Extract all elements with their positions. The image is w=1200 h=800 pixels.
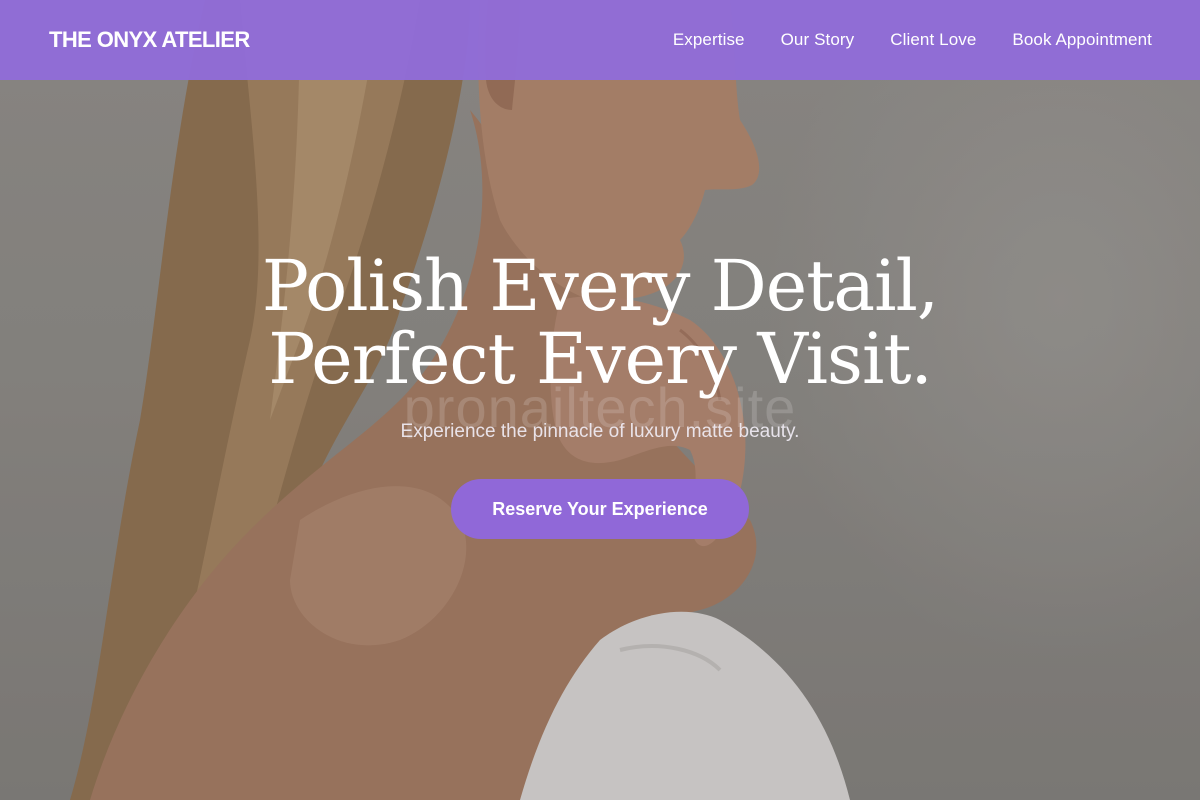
nav-link-expertise[interactable]: Expertise [673,30,745,50]
nav-link-client-love[interactable]: Client Love [890,30,976,50]
hero-section: pronailtech.site Polish Every Detail, Pe… [0,250,1200,539]
hero-title: Polish Every Detail, Perfect Every Visit… [0,250,1200,396]
page: THE ONYX ATELIER Expertise Our Story Cli… [0,0,1200,800]
main-nav: Expertise Our Story Client Love Book App… [673,30,1152,50]
nav-link-our-story[interactable]: Our Story [781,30,855,50]
reserve-experience-button[interactable]: Reserve Your Experience [451,479,749,539]
hero-subtitle: Experience the pinnacle of luxury matte … [400,421,800,442]
brand-logo[interactable]: THE ONYX ATELIER [49,27,250,53]
nav-link-book-appointment[interactable]: Book Appointment [1012,30,1152,50]
site-header: THE ONYX ATELIER Expertise Our Story Cli… [0,0,1200,80]
hero-title-line-2: Perfect Every Visit. [268,318,933,400]
hero-title-line-1: Polish Every Detail, [261,245,939,327]
